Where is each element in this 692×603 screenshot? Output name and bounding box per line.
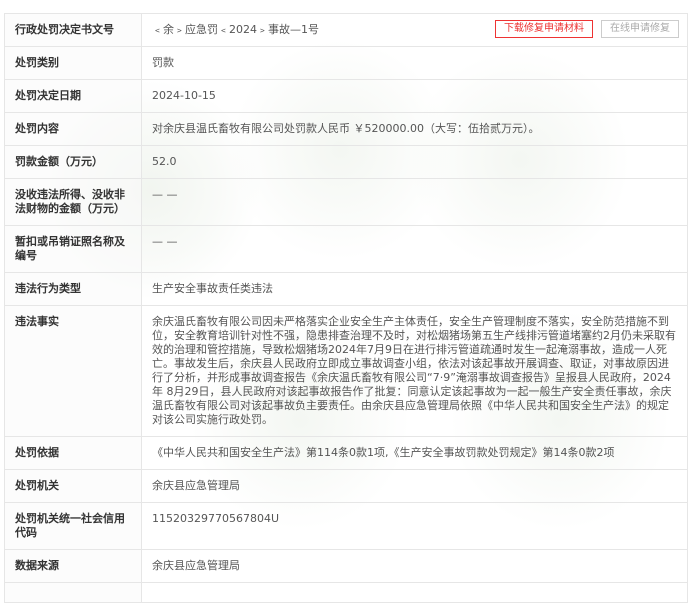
table-row: 罚款金额（万元） 52.0 [4, 145, 688, 179]
row-value: 《中华人民共和国安全生产法》第114条0款1项,《生产安全事故罚款处罚规定》第1… [141, 436, 688, 470]
row-value: ﹤余﹥应急罚﹤2024﹥事故—1号 下载修复申请材料 在线申请修复 [141, 13, 688, 47]
table-row: 处罚决定日期 2024-10-15 [4, 79, 688, 113]
row-label: 处罚机关 [4, 469, 142, 503]
row-label: 违法事实 [4, 305, 142, 437]
row-label: 罚款金额（万元） [4, 145, 142, 179]
row-value: 2024-10-15 [141, 79, 688, 113]
penalty-detail-table: 行政处罚决定书文号 ﹤余﹥应急罚﹤2024﹥事故—1号 下载修复申请材料 在线申请修复… [4, 13, 688, 603]
row-value-text: 余庆县应急管理局 [152, 479, 240, 492]
table-row: 行政处罚决定书文号 ﹤余﹥应急罚﹤2024﹥事故—1号 下载修复申请材料 在线申请修复 [4, 13, 688, 47]
row-value-text: 2024-10-15 [152, 89, 216, 102]
row-value-text: 对余庆县温氏畜牧有限公司处罚款人民币 ￥520000.00（大写：伍拾贰万元）。 [152, 122, 540, 135]
row-value-text: 52.0 [152, 155, 177, 168]
download-repair-materials-button[interactable]: 下载修复申请材料 [495, 20, 593, 38]
row-value: 生产安全事故责任类违法 [141, 272, 688, 306]
online-repair-button[interactable]: 在线申请修复 [601, 20, 679, 38]
table-row: 处罚机关 余庆县应急管理局 [4, 469, 688, 503]
table-row: 处罚依据 《中华人民共和国安全生产法》第114条0款1项,《生产安全事故罚款处罚规… [4, 436, 688, 470]
row-label: 没收违法所得、没收非法财物的金额（万元） [4, 178, 142, 226]
table-row: 处罚内容 对余庆县温氏畜牧有限公司处罚款人民币 ￥520000.00（大写：伍拾贰… [4, 112, 688, 146]
row-value-text: 11520329770567804U [152, 512, 280, 525]
row-value: 余庆县应急管理局 [141, 469, 688, 503]
row-value-text: 余庆温氏畜牧有限公司因未严格落实企业安全生产主体责任，安全生产管理制度不落实，安… [152, 315, 676, 426]
row-value: 余庆县应急管理局 [141, 549, 688, 583]
row-value: — — [141, 178, 688, 226]
row-label: 处罚决定日期 [4, 79, 142, 113]
row-label: 违法行为类型 [4, 272, 142, 306]
table-row: 暂扣或吊销证照名称及编号 — — [4, 225, 688, 273]
row-value: — — [141, 225, 688, 273]
row-value-text: — — [152, 235, 178, 248]
row-value: 余庆温氏畜牧有限公司因未严格落实企业安全生产主体责任，安全生产管理制度不落实，安… [141, 305, 688, 437]
row-value-text: 余庆县应急管理局 [152, 559, 240, 572]
row-label: 处罚类别 [4, 46, 142, 80]
row-label [4, 582, 142, 603]
row-value: 对余庆县温氏畜牧有限公司处罚款人民币 ￥520000.00（大写：伍拾贰万元）。 [141, 112, 688, 146]
row-label: 数据来源 [4, 549, 142, 583]
row-label: 处罚依据 [4, 436, 142, 470]
row-label: 暂扣或吊销证照名称及编号 [4, 225, 142, 273]
table-row: 违法行为类型 生产安全事故责任类违法 [4, 272, 688, 306]
table-row: 处罚机关统一社会信用代码 11520329770567804U [4, 502, 688, 550]
row-value-text: ﹤余﹥应急罚﹤2024﹥事故—1号 [152, 23, 319, 36]
table-row: 没收违法所得、没收非法财物的金额（万元） — — [4, 178, 688, 226]
table-row: 处罚类别 罚款 [4, 46, 688, 80]
row-value-text: 罚款 [152, 56, 174, 69]
row-label: 处罚内容 [4, 112, 142, 146]
row-label: 行政处罚决定书文号 [4, 13, 142, 47]
row-value [141, 582, 688, 603]
table-row: 数据来源 余庆县应急管理局 [4, 549, 688, 583]
table-row: 违法事实 余庆温氏畜牧有限公司因未严格落实企业安全生产主体责任，安全生产管理制度不… [4, 305, 688, 437]
row-value-text: — — [152, 188, 178, 201]
row-value-text: 生产安全事故责任类违法 [152, 282, 273, 295]
table-row [4, 582, 688, 603]
row-value-text: 《中华人民共和国安全生产法》第114条0款1项,《生产安全事故罚款处罚规定》第1… [152, 446, 615, 459]
row-label: 处罚机关统一社会信用代码 [4, 502, 142, 550]
row-value: 罚款 [141, 46, 688, 80]
row-value: 11520329770567804U [141, 502, 688, 550]
row-value: 52.0 [141, 145, 688, 179]
